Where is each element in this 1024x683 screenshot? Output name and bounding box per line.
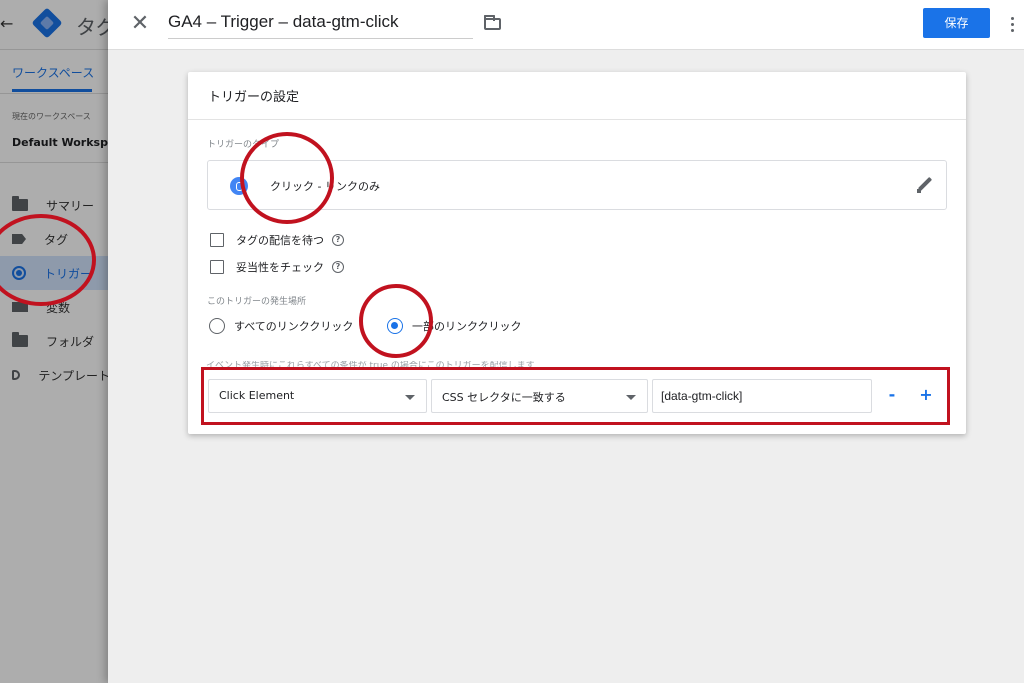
radio-all-link-clicks[interactable]: すべてのリンククリック <box>209 316 353 336</box>
trigger-type-label: トリガーのタイプ <box>207 140 280 150</box>
condition-operator-select[interactable]: CSS セレクタに一致する <box>431 379 648 413</box>
radio-label: 一部のリンククリック <box>412 320 522 333</box>
radio-label: すべてのリンククリック <box>234 320 354 333</box>
card-title: トリガーの設定 <box>208 90 300 105</box>
condition-value-input[interactable] <box>652 379 872 413</box>
edit-pencil-icon[interactable] <box>916 175 934 195</box>
radio-some-link-clicks[interactable]: 一部のリンククリック <box>387 316 522 336</box>
select-value: CSS セレクタに一致する <box>442 391 566 404</box>
checkbox-box[interactable] <box>210 260 224 274</box>
fire-on-label: このトリガーの発生場所 <box>207 297 307 307</box>
condition-variable-select[interactable]: Click Element <box>208 379 427 413</box>
close-icon[interactable]: ✕ <box>128 10 152 38</box>
wait-for-tags-checkbox[interactable]: タグの配信を待つ ? <box>210 231 344 249</box>
select-value: Click Element <box>219 389 295 402</box>
checkbox-label: タグの配信を待つ <box>236 234 324 247</box>
save-button[interactable]: 保存 <box>923 8 990 38</box>
click-icon <box>230 177 248 195</box>
divider <box>188 119 966 120</box>
check-validation-checkbox[interactable]: 妥当性をチェック ? <box>210 258 344 276</box>
help-icon[interactable]: ? <box>332 261 344 273</box>
trigger-type-value: クリック - リンクのみ <box>270 180 380 193</box>
add-condition-button[interactable]: + <box>915 384 937 406</box>
trigger-type-selector[interactable]: クリック - リンクのみ <box>207 160 947 210</box>
trigger-name-input[interactable] <box>168 9 473 39</box>
dropdown-arrow-icon <box>626 395 636 400</box>
dropdown-arrow-icon <box>405 395 415 400</box>
editor-header: ✕ 保存 <box>108 0 1024 50</box>
more-vert-icon[interactable] <box>1006 10 1018 38</box>
radio-button[interactable] <box>387 318 403 334</box>
trigger-config-card: トリガーの設定 トリガーのタイプ クリック - リンクのみ タグの配信を待つ ?… <box>188 72 966 434</box>
folder-icon[interactable] <box>484 15 501 30</box>
checkbox-box[interactable] <box>210 233 224 247</box>
radio-button[interactable] <box>209 318 225 334</box>
checkbox-label: 妥当性をチェック <box>236 261 324 274</box>
remove-condition-button[interactable]: - <box>881 384 903 406</box>
help-icon[interactable]: ? <box>332 234 344 246</box>
condition-hint: イベント発生時にこれらすべての条件が true の場合にこのトリガーを配信します <box>206 361 535 369</box>
